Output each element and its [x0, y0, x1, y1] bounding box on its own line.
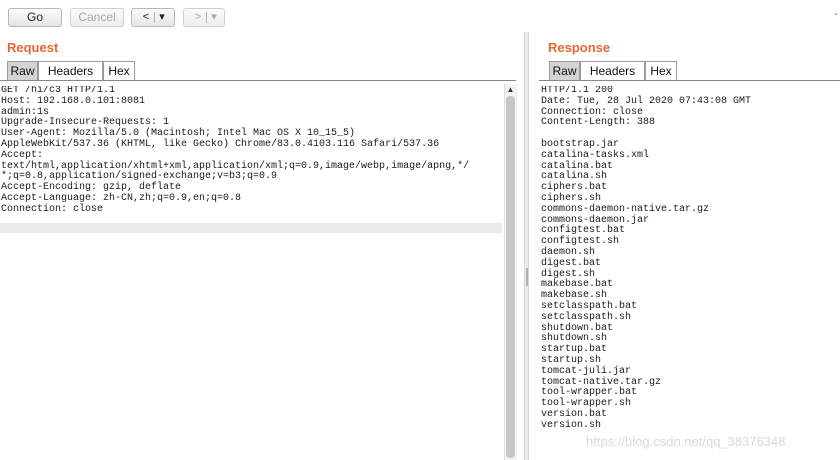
request-tab-headers[interactable]: Headers — [38, 61, 103, 80]
response-body[interactable]: HTTP/1.1 200 Date: Tue, 28 Jul 2020 07:4… — [541, 86, 837, 432]
forward-dropdown-icon[interactable]: ▾ — [209, 9, 219, 26]
response-tab-hex[interactable]: Hex — [645, 61, 677, 80]
panel-splitter[interactable] — [524, 32, 529, 460]
cancel-button[interactable]: Cancel — [70, 8, 124, 27]
watermark: https://blog.csdn.net/qq_38376348 — [586, 434, 786, 449]
response-title: Response — [548, 40, 611, 55]
back-arrow-icon[interactable]: < — [140, 9, 152, 26]
request-body[interactable]: GET /hi/c3 HTTP/1.1 Host: 192.168.0.101:… — [1, 86, 501, 456]
back-button-group[interactable]: < ▾ — [131, 8, 175, 27]
forward-separator — [206, 12, 207, 23]
request-scrollbar[interactable]: ▲ — [504, 84, 517, 460]
request-tabs: Raw Headers Hex — [7, 61, 135, 80]
response-tab-underline — [539, 80, 840, 81]
request-tab-raw[interactable]: Raw — [7, 61, 38, 80]
response-tabs: Raw Headers Hex — [549, 61, 677, 80]
back-separator — [154, 12, 155, 23]
request-tab-underline — [0, 80, 516, 81]
request-tab-hex[interactable]: Hex — [103, 61, 135, 80]
request-scroll-thumb[interactable] — [506, 96, 515, 458]
back-dropdown-icon[interactable]: ▾ — [157, 9, 167, 26]
scroll-up-icon[interactable]: ▲ — [505, 85, 516, 95]
splitter-grip[interactable] — [526, 268, 528, 286]
corner-mark: - — [834, 9, 838, 20]
request-title: Request — [7, 40, 59, 55]
forward-button-group[interactable]: > ▾ — [183, 8, 225, 27]
toolbar: Go Cancel < ▾ > ▾ - — [0, 0, 840, 32]
response-tab-raw[interactable]: Raw — [549, 61, 580, 80]
go-button[interactable]: Go — [8, 8, 62, 27]
response-tab-headers[interactable]: Headers — [580, 61, 645, 80]
forward-arrow-icon[interactable]: > — [192, 9, 204, 26]
